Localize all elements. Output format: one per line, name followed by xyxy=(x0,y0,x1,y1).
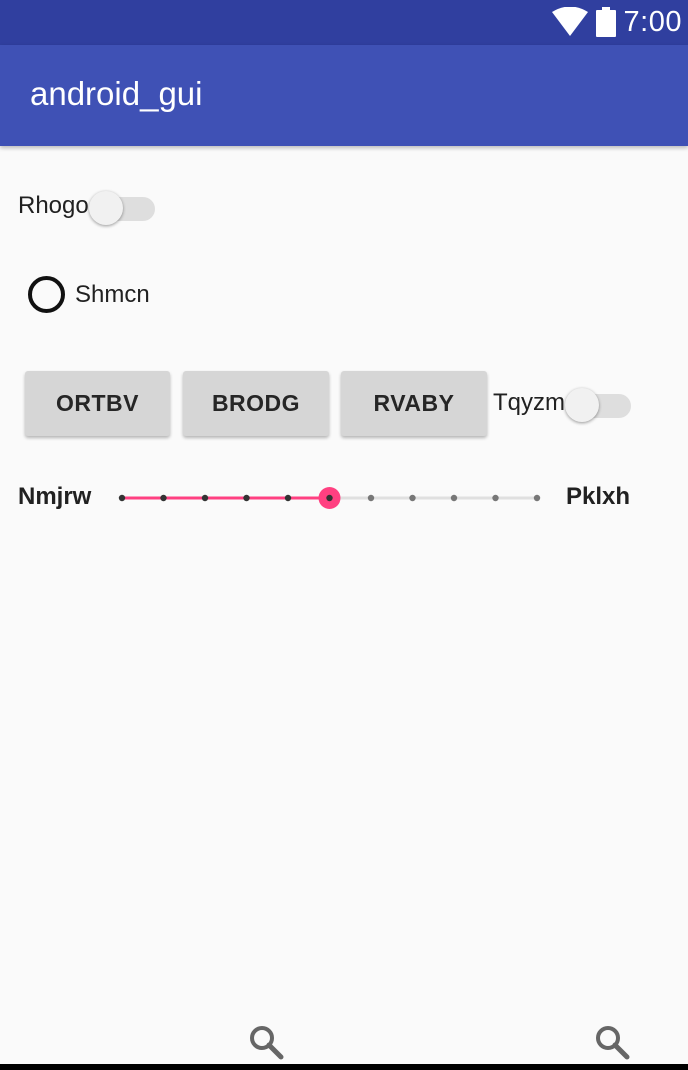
seekbar-tick xyxy=(367,494,375,502)
switch-tqyzm-label: Tqyzm xyxy=(493,389,565,416)
nav-bar xyxy=(0,1064,688,1070)
switch-tqyzm-toggle[interactable] xyxy=(565,385,631,422)
seekbar-thumb-center xyxy=(326,494,333,502)
seekbar-tick xyxy=(201,494,209,502)
seekbar-right-label: Pklxh xyxy=(566,483,631,510)
status-bar: 7:00 xyxy=(0,0,688,45)
bottom-bar xyxy=(0,1020,688,1064)
switch-tqyzm[interactable]: Tqyzm xyxy=(493,385,631,422)
switch-rhogo-toggle[interactable] xyxy=(88,188,155,225)
brodg-button[interactable]: BRODG xyxy=(183,371,329,436)
seekbar-tick xyxy=(450,494,458,502)
search-icon[interactable] xyxy=(248,1024,284,1060)
radio-shmcn[interactable]: Shmcn xyxy=(28,276,150,313)
seekbar-row: Nmjrw Pklxh xyxy=(0,470,688,526)
status-icons: 7:00 xyxy=(551,4,682,40)
seekbar-tick xyxy=(284,494,292,502)
switch-rhogo[interactable]: Rhogo xyxy=(18,188,155,225)
seekbar-tick xyxy=(492,494,499,502)
status-time: 7:00 xyxy=(623,5,682,38)
app-title: android_gui xyxy=(30,75,203,112)
wifi-icon xyxy=(551,7,588,36)
seekbar-tick xyxy=(160,494,167,502)
seekbar-tick xyxy=(533,494,541,502)
app-bar: android_gui xyxy=(0,45,688,146)
seekbar-tick xyxy=(118,494,126,502)
radio-shmcn-label: Shmcn xyxy=(75,280,150,308)
seekbar-tick xyxy=(243,494,250,502)
radio-circle[interactable] xyxy=(28,276,65,313)
battery-icon xyxy=(595,7,616,37)
search-icon[interactable] xyxy=(594,1024,630,1060)
ortbv-button[interactable]: ORTBV xyxy=(25,371,170,436)
seekbar-tick xyxy=(409,494,416,502)
rvaby-button[interactable]: RVABY xyxy=(341,371,487,436)
switch-rhogo-label: Rhogo xyxy=(18,192,89,219)
